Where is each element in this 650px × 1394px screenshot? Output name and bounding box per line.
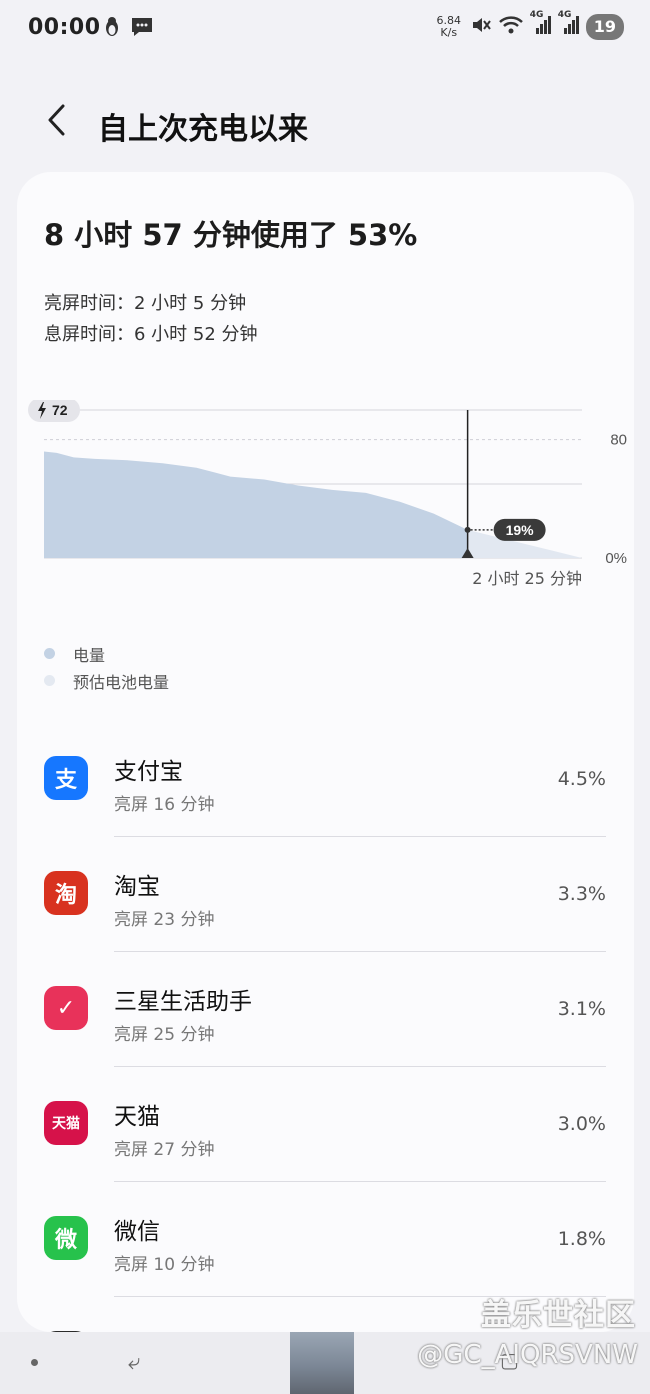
net-speed-unit: K/s [440, 26, 458, 39]
app-battery-percent: 4.5% [557, 768, 606, 790]
taobao-icon: 淘 [44, 871, 88, 915]
app-usage-list: 支支付宝 亮屏 16 分钟 4.5% 淘淘宝 亮屏 23 分钟 3.3% ✓ 三星生活助手 亮屏… [17, 722, 634, 1332]
signal2-label: 4G [557, 10, 572, 20]
watermark-user: @GC_AIQRSVNW [417, 1340, 638, 1370]
chat-bubble-icon [130, 16, 154, 42]
usage-summary: 8 小时 57 分钟使用了 53% [44, 218, 418, 252]
penguin-icon [102, 16, 122, 42]
net-speed: 6.84 K/s [434, 15, 464, 39]
app-name: 三星生活助手 [114, 989, 252, 1015]
battery-usage-card: 8 小时 57 分钟使用了 53% 亮屏时间：2 小时 5 分钟 息屏时间：6 … [17, 172, 634, 1332]
status-right: 6.84 K/s 4G 4G 19 [434, 10, 624, 40]
app-battery-percent: 3.1% [557, 998, 606, 1020]
app-screen-time: 亮屏 10 分钟 [114, 1255, 215, 1275]
status-left-icons [102, 16, 154, 42]
app-battery-percent: 3.3% [557, 883, 606, 905]
tmall-icon: 天猫 [44, 1101, 88, 1145]
current-label: 19% [506, 522, 535, 538]
screen-on-time: 亮屏时间：2 小时 5 分钟 [44, 293, 247, 314]
legend-item-estimated: 预估电池电量 [44, 667, 169, 694]
back-button[interactable] [36, 102, 76, 142]
app-screen-time: 亮屏 27 分钟 [114, 1140, 215, 1160]
wechat-icon: 微 [44, 1216, 88, 1260]
mute-icon [470, 14, 492, 40]
page-title: 自上次充电以来 [98, 112, 308, 147]
signal-icon: 4G [558, 10, 580, 40]
battery-indicator: 19 [585, 14, 624, 40]
battery-area [44, 451, 468, 558]
photo-thumbnail [290, 1332, 354, 1394]
app-row[interactable]: 天猫 天猫亮屏 27 分钟 3.0% [17, 1067, 634, 1182]
app-battery-percent: 3.0% [557, 1113, 606, 1135]
app-screen-time: 亮屏 16 分钟 [114, 795, 215, 815]
nav-dot-icon[interactable] [31, 1359, 38, 1366]
signal-icon: 4G [530, 10, 552, 40]
nav-back-icon[interactable]: ⤶ [128, 1350, 140, 1375]
app-name: 天猫 [114, 1104, 160, 1130]
legend-item-battery: 电量 [44, 640, 169, 667]
alipay-icon: 支 [44, 756, 88, 800]
app-screen-time: 亮屏 25 分钟 [114, 1025, 215, 1045]
header: 自上次充电以来 [0, 88, 650, 158]
chevron-left-icon [45, 103, 67, 141]
app-name: 微信 [114, 1219, 160, 1245]
app-screen-time: 亮屏 23 分钟 [114, 910, 215, 930]
battery-chart[interactable]: 19% 72 80 0% 2 小时 25 分钟 [27, 400, 627, 630]
status-bar: 00:00 6.84 K/s 4G 4G 19 [0, 0, 650, 58]
app-name: 支付宝 [114, 759, 183, 785]
legend-dot [44, 648, 55, 659]
app-row[interactable]: 微微信亮屏 10 分钟 1.8% [17, 1182, 634, 1297]
screen-off-time: 息屏时间：6 小时 52 分钟 [44, 324, 258, 345]
y-tick-label: 0% [605, 550, 627, 567]
watermark-community: 盖乐世社区 [481, 1298, 636, 1333]
y-tick-label: 80 [610, 432, 627, 449]
app-battery-percent: 1.8% [557, 1228, 606, 1250]
legend-label: 预估电池电量 [73, 672, 170, 692]
start-label: 72 [52, 402, 68, 418]
chart-legend: 电量 预估电池电量 [44, 640, 169, 694]
samsung-assistant-icon: ✓ [44, 986, 88, 1030]
status-time: 00:00 [28, 15, 101, 40]
app-row[interactable]: 淘淘宝亮屏 23 分钟 3.3% [17, 837, 634, 952]
remaining-time-label: 2 小时 25 分钟 [472, 569, 582, 588]
wifi-icon [498, 14, 524, 40]
app-row[interactable]: ✓ 三星生活助手亮屏 25 分钟 3.1% [17, 952, 634, 1067]
signal1-label: 4G [529, 10, 544, 20]
app-name: 淘宝 [114, 874, 160, 900]
app-row[interactable]: 支支付宝亮屏 16 分钟 4.5% [17, 722, 634, 837]
current-point [464, 526, 471, 533]
legend-dot [44, 675, 55, 686]
legend-label: 电量 [73, 645, 106, 665]
